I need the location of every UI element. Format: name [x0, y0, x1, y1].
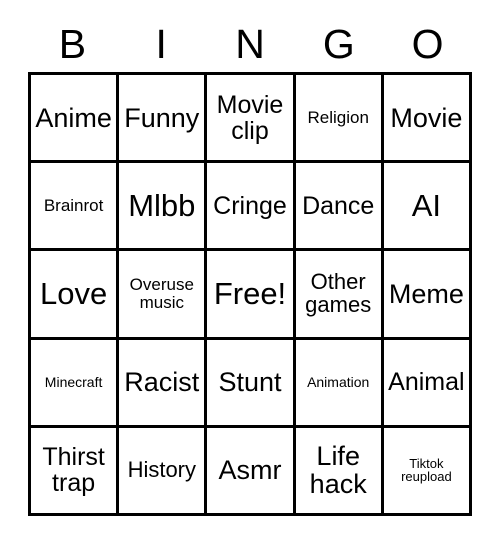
- bingo-cell[interactable]: Tiktok reupload: [383, 427, 472, 516]
- bingo-cell-label: Dance: [302, 191, 375, 220]
- bingo-cell-label: Stunt: [218, 367, 282, 398]
- bingo-cell-label: Animation: [307, 373, 370, 390]
- bingo-cell-label: Mlbb: [128, 187, 196, 223]
- bingo-cell-label: Tiktok reupload: [401, 455, 452, 485]
- bingo-cell-label: Meme: [388, 278, 464, 309]
- bingo-cell[interactable]: Religion: [295, 75, 384, 164]
- bingo-cell-label: AI: [411, 187, 442, 223]
- bingo-cell[interactable]: Brainrot: [31, 163, 120, 252]
- bingo-cell[interactable]: Stunt: [207, 339, 296, 428]
- bingo-cell-label: Funny: [124, 102, 200, 133]
- bingo-cell-label: Free!: [213, 275, 287, 311]
- bingo-cell[interactable]: Meme: [383, 251, 472, 340]
- bingo-cell[interactable]: Funny: [119, 75, 208, 164]
- bingo-cell-label: Anime: [35, 102, 112, 133]
- bingo-cell[interactable]: Animal: [383, 339, 472, 428]
- bingo-cell[interactable]: Life hack: [295, 427, 384, 516]
- bingo-cell[interactable]: Mlbb: [119, 163, 208, 252]
- bingo-cell[interactable]: Dance: [295, 163, 384, 252]
- bingo-cell[interactable]: Other games: [295, 251, 384, 340]
- bingo-card: B I N G O Anime Funny Movie clip Religio…: [0, 0, 501, 544]
- bingo-cell[interactable]: Asmr: [207, 427, 296, 516]
- bingo-cell[interactable]: Movie: [383, 75, 472, 164]
- bingo-cell-free[interactable]: Free!: [207, 251, 296, 340]
- bingo-cell-label: Love: [39, 275, 108, 311]
- bingo-cell[interactable]: Cringe: [207, 163, 296, 252]
- bingo-cell-label: History: [127, 456, 197, 482]
- header-letter-n: N: [235, 21, 265, 67]
- bingo-cell[interactable]: History: [119, 427, 208, 516]
- bingo-cell-label: Thirst trap: [42, 443, 105, 498]
- bingo-cell-label: Cringe: [213, 191, 287, 220]
- bingo-cell[interactable]: AI: [383, 163, 472, 252]
- bingo-cell[interactable]: Animation: [295, 339, 384, 428]
- header-letter-o: O: [411, 21, 444, 67]
- bingo-cell[interactable]: Minecraft: [31, 339, 120, 428]
- bingo-cell[interactable]: Overuse music: [119, 251, 208, 340]
- bingo-cell-label: Overuse music: [129, 275, 194, 312]
- bingo-header: B I N G O: [28, 17, 472, 72]
- bingo-cell[interactable]: Love: [31, 251, 120, 340]
- bingo-cell-label: Minecraft: [44, 373, 103, 390]
- header-letter-g: G: [322, 21, 355, 67]
- bingo-cell-label: Other games: [305, 269, 372, 317]
- header-letter-b: B: [58, 21, 87, 67]
- bingo-cell-label: Racist: [124, 367, 200, 398]
- bingo-cell-label: Animal: [388, 368, 465, 397]
- bingo-grid: Anime Funny Movie clip Religion Movie Br…: [28, 72, 472, 516]
- bingo-cell-label: Brainrot: [43, 195, 104, 215]
- bingo-cell-label: Movie clip: [216, 90, 284, 145]
- bingo-cell-label: Life hack: [309, 441, 367, 500]
- bingo-cell[interactable]: Anime: [31, 75, 120, 164]
- bingo-cell-label: Movie: [390, 102, 463, 133]
- bingo-cell[interactable]: Movie clip: [207, 75, 296, 164]
- bingo-cell-label: Religion: [307, 107, 369, 127]
- bingo-cell[interactable]: Racist: [119, 339, 208, 428]
- bingo-cell[interactable]: Thirst trap: [31, 427, 120, 516]
- header-letter-i: I: [155, 21, 167, 67]
- bingo-cell-label: Asmr: [218, 455, 282, 486]
